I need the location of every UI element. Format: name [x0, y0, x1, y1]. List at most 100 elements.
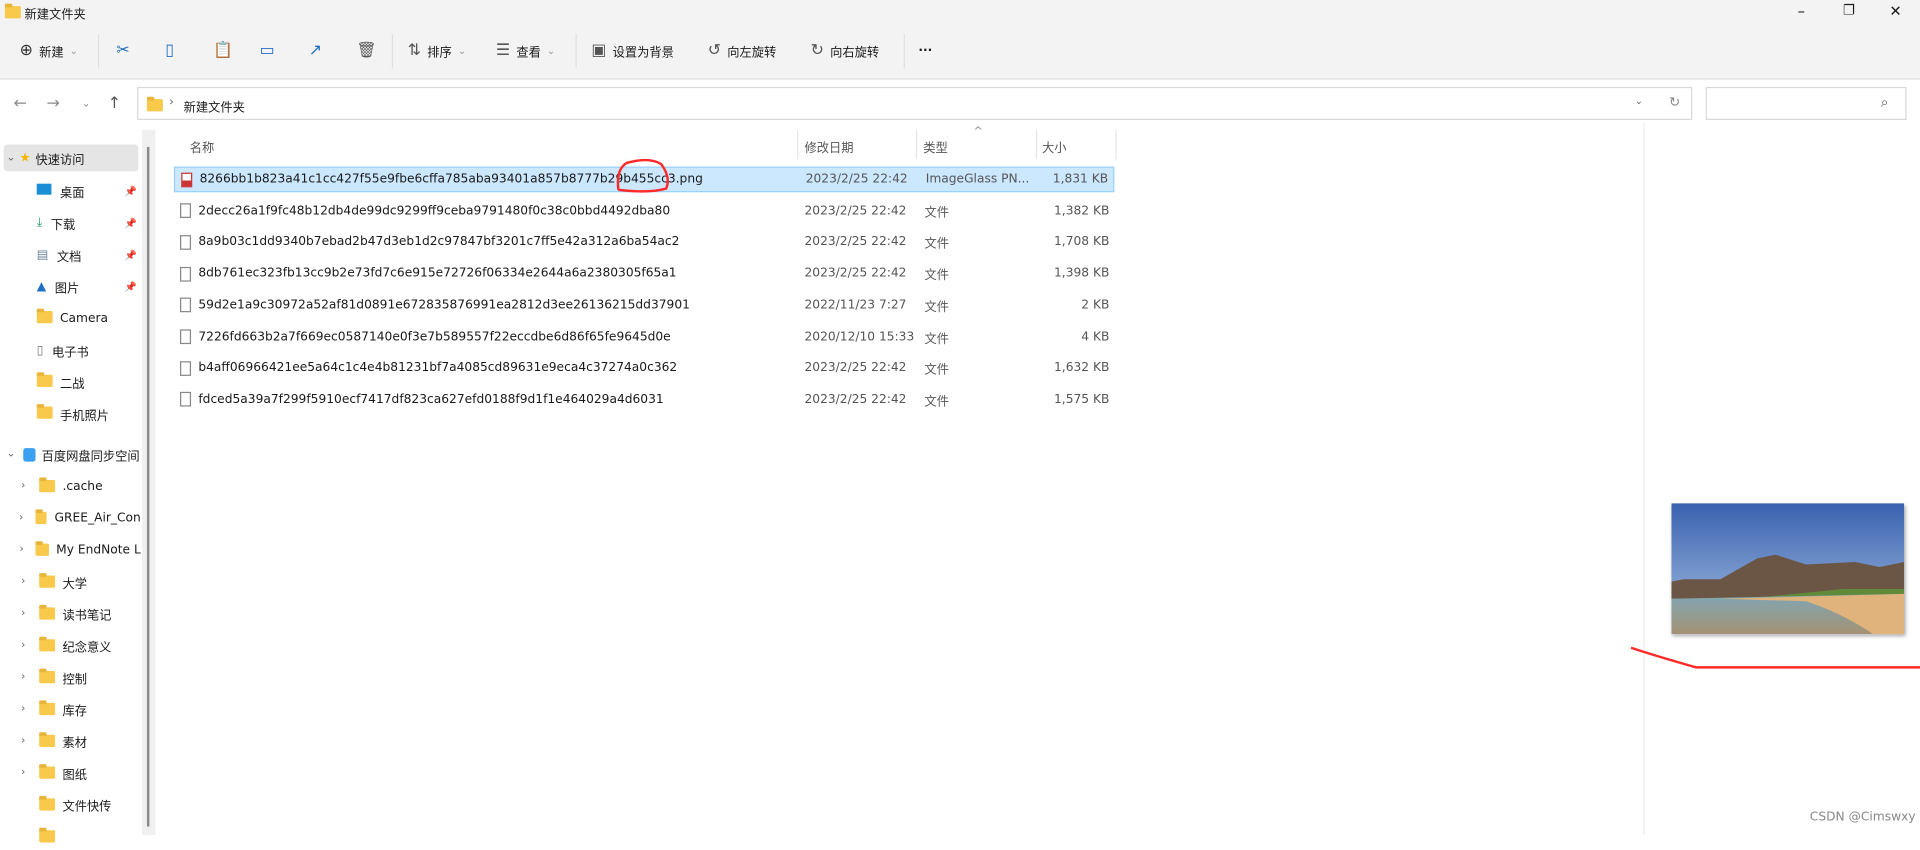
delete-button[interactable]: 🗑: [356, 37, 376, 64]
address-path[interactable]: 新建文件夹: [184, 97, 245, 115]
sidebar-quick-access[interactable]: ⌄ ★ 快速访问: [0, 144, 141, 171]
sidebar-item[interactable]: ▲ 图片 📌: [0, 273, 141, 300]
maximize-button[interactable]: ❐: [1843, 2, 1855, 18]
close-button[interactable]: ✕: [1889, 2, 1901, 19]
address-dropdown[interactable]: ⌄: [1635, 96, 1643, 107]
column-divider[interactable]: [915, 129, 918, 160]
rotate-right-button[interactable]: ↻ 向右旋转: [811, 37, 879, 64]
chevron-down-icon: ⌄: [457, 44, 467, 56]
new-button[interactable]: ⊕ 新建 ⌄: [20, 37, 78, 64]
file-row[interactable]: 8db761ec323fb13cc9b2e73fd7c6e915e72726f0…: [174, 261, 1114, 287]
recent-dropdown[interactable]: ⌄: [82, 98, 90, 109]
chevron-down-icon: ⌄: [69, 44, 78, 56]
file-type: 文件: [924, 269, 949, 283]
sidebar-item[interactable]: 二战: [0, 369, 141, 396]
chevron-down-icon: ⌄: [6, 151, 16, 165]
paste-icon: 📋: [213, 41, 233, 60]
column-date[interactable]: 修改日期: [804, 137, 853, 155]
sidebar-item[interactable]: › 大学: [0, 568, 141, 595]
sidebar-baidu[interactable]: ⌄ 百度网盘同步空间: [0, 441, 141, 468]
chevron-right-icon[interactable]: ›: [15, 607, 32, 619]
sidebar-item[interactable]: › GREE_Air_Con: [0, 504, 141, 531]
file-row[interactable]: 59d2e1a9c30972a52af81d0891e672835876991e…: [174, 292, 1114, 318]
copy-button[interactable]: ▯: [165, 37, 174, 64]
sidebar-scrollbar[interactable]: [142, 129, 156, 836]
pictures-icon: ▲: [36, 279, 47, 294]
rename-button[interactable]: ▭: [260, 37, 275, 64]
chevron-down-icon: ⌄: [6, 448, 16, 461]
chevron-right-icon[interactable]: ›: [15, 767, 32, 779]
column-size[interactable]: 大小: [1042, 137, 1066, 155]
sidebar-item[interactable]: Camera: [0, 305, 141, 332]
back-button[interactable]: ←: [13, 94, 26, 112]
folder-icon: [39, 477, 56, 493]
chevron-right-icon[interactable]: ›: [15, 544, 29, 556]
pin-icon: 📌: [124, 185, 138, 197]
rotate-right-icon: ↻: [810, 41, 824, 60]
chevron-right-icon[interactable]: ›: [15, 480, 32, 492]
sidebar-label: 二战: [60, 377, 85, 392]
file-row[interactable]: 8266bb1b823a41c1cc427f55e9fbe6cffa785aba…: [173, 166, 1115, 193]
column-divider[interactable]: [797, 129, 799, 160]
file-name: fdced5a39a7f299f5910ecf7417df823ca627efd…: [198, 392, 664, 407]
chevron-right-icon[interactable]: ›: [15, 703, 32, 715]
watermark: CSDN @Cimswxy: [1809, 810, 1916, 825]
star-icon: ★: [19, 151, 31, 165]
folder-icon: [39, 573, 56, 588]
file-row[interactable]: 2decc26a1f9fc48b12db4de99dc9299ff9ceba97…: [174, 198, 1114, 224]
file-type: 文件: [924, 206, 949, 221]
rotate-left-button[interactable]: ↺ 向左旋转: [708, 37, 776, 64]
chevron-right-icon[interactable]: ›: [15, 639, 32, 651]
sidebar-item[interactable]: › My EndNote L: [0, 536, 141, 563]
file-row[interactable]: fdced5a39a7f299f5910ecf7417df823ca627efd…: [174, 387, 1114, 413]
share-button[interactable]: ↗: [309, 37, 322, 64]
sidebar-item[interactable]: 文件快传: [0, 791, 141, 818]
refresh-icon[interactable]: ↻: [1669, 94, 1680, 110]
png-icon: [181, 172, 193, 187]
sidebar-item[interactable]: [0, 823, 141, 850]
sidebar-item[interactable]: › 素材: [0, 727, 141, 754]
sidebar-item[interactable]: ▤ 文档 📌: [0, 241, 141, 268]
folder-icon: [39, 700, 56, 716]
up-button[interactable]: ↑: [108, 94, 121, 112]
sidebar-label: 百度网盘同步空间: [41, 450, 140, 464]
folder-icon: [39, 732, 56, 747]
sidebar-item[interactable]: 桌面 📌: [0, 178, 141, 205]
plus-circle-icon: ⊕: [19, 41, 33, 60]
forward-button[interactable]: →: [47, 94, 60, 112]
copy-icon: ▯: [165, 41, 175, 60]
file-row[interactable]: b4aff06966421ee5a64c1c4e4b81231bf7a4085c…: [174, 355, 1114, 381]
address-bar[interactable]: › 新建文件夹 ⌄ ↻: [137, 86, 1693, 121]
sidebar-item[interactable]: ▯ 电子书: [0, 337, 141, 364]
sidebar-item[interactable]: › 读书笔记: [0, 600, 141, 627]
file-row[interactable]: 8a9b03c1dd9340b7ebad2b47d3eb1d2c97847bf3…: [174, 229, 1114, 255]
sidebar-item[interactable]: › 纪念意义: [0, 632, 141, 659]
minimize-button[interactable]: –: [1798, 2, 1805, 19]
sidebar-item[interactable]: › 图纸: [0, 759, 141, 786]
column-type[interactable]: 类型: [923, 137, 947, 155]
set-background-button[interactable]: ▣ 设置为背景: [591, 37, 673, 64]
column-divider[interactable]: [1115, 129, 1117, 160]
search-input[interactable]: ⌕: [1705, 86, 1907, 121]
chevron-right-icon[interactable]: ›: [15, 576, 32, 588]
file-name: 59d2e1a9c30972a52af81d0891e672835876991e…: [198, 298, 690, 312]
sidebar-item[interactable]: › 库存: [0, 696, 141, 723]
chevron-right-icon[interactable]: ›: [15, 735, 32, 747]
paste-button[interactable]: 📋: [213, 37, 233, 64]
sort-button[interactable]: ⇅ 排序 ⌄: [408, 37, 466, 64]
sidebar-item[interactable]: › .cache: [0, 473, 141, 500]
sidebar-item[interactable]: ⤓ 下载 📌: [0, 209, 141, 236]
chevron-right-icon[interactable]: ›: [15, 512, 28, 524]
view-button[interactable]: ☰ 查看 ⌄: [496, 37, 555, 64]
column-name[interactable]: 名称: [190, 137, 214, 155]
cut-button[interactable]: ✂: [116, 37, 129, 64]
sidebar-item[interactable]: 手机照片: [0, 400, 141, 427]
column-divider[interactable]: [1035, 129, 1038, 160]
delete-icon: 🗑: [356, 41, 377, 60]
file-icon: [180, 203, 192, 219]
sidebar-item[interactable]: › 控制: [0, 664, 141, 691]
more-button[interactable]: ···: [918, 37, 932, 64]
baidu-icon: [23, 447, 36, 462]
file-row[interactable]: 7226fd663b2a7f669ec0587140e0f3e7b589557f…: [174, 324, 1114, 350]
chevron-right-icon[interactable]: ›: [15, 671, 32, 683]
